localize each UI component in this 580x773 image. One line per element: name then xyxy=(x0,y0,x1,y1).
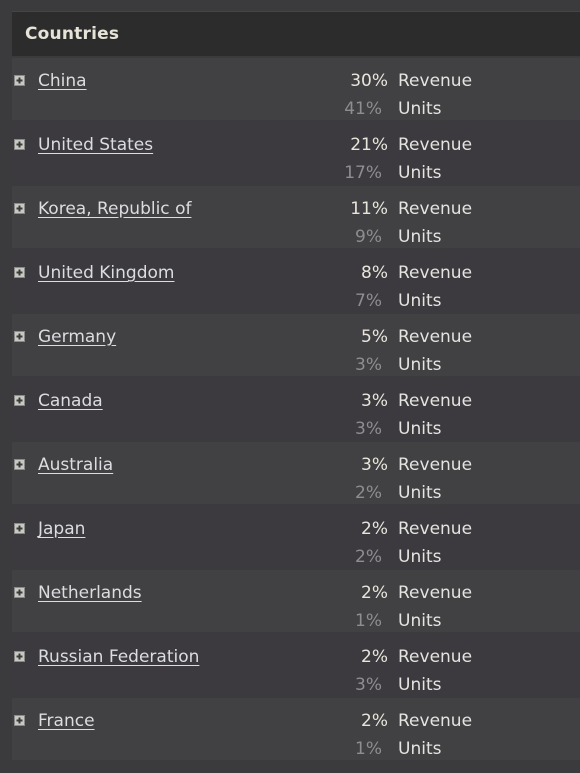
units-label: Units xyxy=(398,355,442,375)
country-row-germany: Germany 5% Revenue 3% Units xyxy=(12,314,580,376)
expand-plus-icon[interactable] xyxy=(14,267,25,278)
country-link[interactable]: Canada xyxy=(38,391,103,411)
country-link[interactable]: United States xyxy=(38,135,153,155)
country-link[interactable]: Australia xyxy=(38,455,113,475)
country-row-japan: Japan 2% Revenue 2% Units xyxy=(12,506,580,568)
expand-plus-icon[interactable] xyxy=(14,651,25,662)
country-row-france: France 2% Revenue 1% Units xyxy=(12,698,580,760)
country-link[interactable]: Korea, Republic of xyxy=(38,199,191,219)
expand-plus-icon[interactable] xyxy=(14,715,25,726)
country-row-united-kingdom: United Kingdom 8% Revenue 7% Units xyxy=(12,250,580,312)
expand-plus-icon[interactable] xyxy=(14,395,25,406)
panel-header: Countries xyxy=(12,11,580,56)
units-percent: 17% xyxy=(344,163,382,183)
units-label: Units xyxy=(398,163,442,183)
units-percent: 2% xyxy=(355,483,382,503)
revenue-percent: 2% xyxy=(361,519,388,539)
expand-plus-icon[interactable] xyxy=(14,139,25,150)
units-percent: 3% xyxy=(355,675,382,695)
revenue-label: Revenue xyxy=(398,647,473,667)
countries-panel: Countries China 30% Revenue 41% Units Un… xyxy=(0,0,580,773)
expand-plus-icon[interactable] xyxy=(14,331,25,342)
revenue-label: Revenue xyxy=(398,263,473,283)
country-row-korea-republic-of: Korea, Republic of 11% Revenue 9% Units xyxy=(12,186,580,248)
panel-title: Countries xyxy=(25,24,120,44)
units-label: Units xyxy=(398,227,442,247)
country-link[interactable]: Netherlands xyxy=(38,583,142,603)
country-row-russian-federation: Russian Federation 2% Revenue 3% Units xyxy=(12,634,580,696)
revenue-percent: 30% xyxy=(350,71,388,91)
country-list: China 30% Revenue 41% Units United State… xyxy=(12,58,580,762)
units-percent: 2% xyxy=(355,547,382,567)
units-percent: 41% xyxy=(344,99,382,119)
units-percent: 3% xyxy=(355,355,382,375)
units-percent: 1% xyxy=(355,739,382,759)
units-percent: 1% xyxy=(355,611,382,631)
revenue-percent: 11% xyxy=(350,199,388,219)
revenue-percent: 5% xyxy=(361,327,388,347)
country-link[interactable]: Japan xyxy=(38,519,85,539)
units-label: Units xyxy=(398,419,442,439)
expand-plus-icon[interactable] xyxy=(14,523,25,534)
country-row-united-states: United States 21% Revenue 17% Units xyxy=(12,122,580,184)
units-label: Units xyxy=(398,611,442,631)
units-label: Units xyxy=(398,739,442,759)
country-link[interactable]: United Kingdom xyxy=(38,263,174,283)
country-link[interactable]: Russian Federation xyxy=(38,647,199,667)
country-link[interactable]: China xyxy=(38,71,87,91)
revenue-percent: 2% xyxy=(361,711,388,731)
revenue-label: Revenue xyxy=(398,519,473,539)
country-row-australia: Australia 3% Revenue 2% Units xyxy=(12,442,580,504)
revenue-percent: 21% xyxy=(350,135,388,155)
units-percent: 3% xyxy=(355,419,382,439)
country-link[interactable]: France xyxy=(38,711,95,731)
country-row-canada: Canada 3% Revenue 3% Units xyxy=(12,378,580,440)
expand-plus-icon[interactable] xyxy=(14,75,25,86)
units-label: Units xyxy=(398,483,442,503)
country-row-netherlands: Netherlands 2% Revenue 1% Units xyxy=(12,570,580,632)
revenue-label: Revenue xyxy=(398,327,473,347)
revenue-percent: 8% xyxy=(361,263,388,283)
revenue-percent: 3% xyxy=(361,391,388,411)
units-label: Units xyxy=(398,99,442,119)
revenue-label: Revenue xyxy=(398,583,473,603)
units-label: Units xyxy=(398,547,442,567)
revenue-label: Revenue xyxy=(398,711,473,731)
units-percent: 7% xyxy=(355,291,382,311)
revenue-percent: 2% xyxy=(361,647,388,667)
country-row-china: China 30% Revenue 41% Units xyxy=(12,58,580,120)
expand-plus-icon[interactable] xyxy=(14,587,25,598)
revenue-percent: 2% xyxy=(361,583,388,603)
revenue-label: Revenue xyxy=(398,71,473,91)
expand-plus-icon[interactable] xyxy=(14,203,25,214)
revenue-percent: 3% xyxy=(361,455,388,475)
revenue-label: Revenue xyxy=(398,391,473,411)
units-label: Units xyxy=(398,291,442,311)
country-link[interactable]: Germany xyxy=(38,327,116,347)
revenue-label: Revenue xyxy=(398,199,473,219)
revenue-label: Revenue xyxy=(398,455,473,475)
units-label: Units xyxy=(398,675,442,695)
revenue-label: Revenue xyxy=(398,135,473,155)
expand-plus-icon[interactable] xyxy=(14,459,25,470)
units-percent: 9% xyxy=(355,227,382,247)
